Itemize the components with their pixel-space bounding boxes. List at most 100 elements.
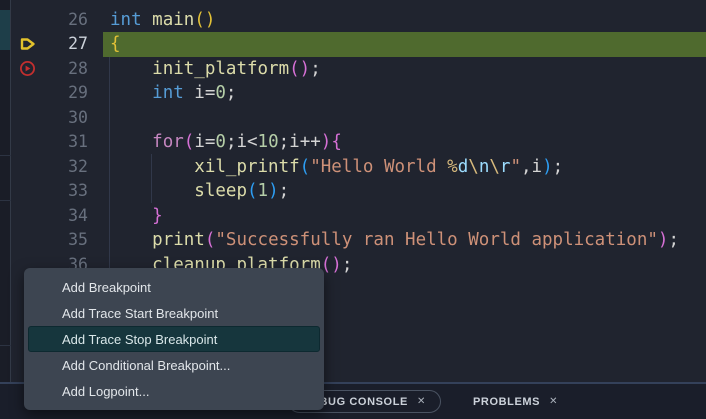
menu-item-add-breakpoint[interactable]: Add Breakpoint bbox=[28, 274, 320, 300]
token bbox=[110, 157, 194, 177]
code-text: print("Successfully ran Hello World appl… bbox=[103, 228, 706, 253]
code-line-35[interactable]: 35 print("Successfully ran Hello World a… bbox=[11, 228, 706, 253]
code-line-31[interactable]: 31 for(i=0;i<10;i++){ bbox=[11, 130, 706, 155]
code-line-28[interactable]: 28 init_platform(); bbox=[11, 57, 706, 82]
menu-item-add-logpoint[interactable]: Add Logpoint... bbox=[28, 378, 320, 404]
breakpoint-margin[interactable] bbox=[11, 130, 44, 155]
token: "Successfully ran Hello World applicatio… bbox=[215, 230, 658, 250]
breakpoint-icon bbox=[19, 60, 36, 77]
token: ) bbox=[658, 230, 669, 250]
token: () bbox=[321, 255, 342, 275]
line-number: 35 bbox=[44, 228, 88, 253]
breakpoint-margin[interactable] bbox=[11, 155, 44, 180]
breakpoint-margin[interactable] bbox=[11, 179, 44, 204]
token bbox=[110, 181, 194, 201]
token: ){ bbox=[321, 132, 342, 152]
token: main bbox=[152, 10, 194, 30]
token: \ bbox=[468, 157, 479, 177]
token: % bbox=[447, 157, 458, 177]
token: print bbox=[152, 230, 205, 250]
menu-item-add-conditional-breakpoint[interactable]: Add Conditional Breakpoint... bbox=[28, 352, 320, 378]
token: r bbox=[500, 157, 511, 177]
tab-label: PROBLEMS bbox=[473, 396, 540, 408]
breakpoint-gutter[interactable] bbox=[11, 57, 44, 82]
code-text: } bbox=[103, 204, 706, 229]
breakpoint-margin[interactable] bbox=[11, 8, 44, 33]
line-number: 28 bbox=[44, 57, 88, 82]
token: ( bbox=[205, 230, 216, 250]
line-number: 26 bbox=[44, 8, 88, 33]
code-line-32[interactable]: 32 xil_printf("Hello World %d\n\r",i); bbox=[11, 155, 706, 180]
code-text: { bbox=[103, 32, 706, 57]
line-number: 25 bbox=[44, 0, 88, 8]
token: for bbox=[152, 132, 184, 152]
code-text: int i=0; bbox=[103, 81, 706, 106]
line-number: 34 bbox=[44, 204, 88, 229]
close-icon[interactable]: ✕ bbox=[549, 396, 558, 407]
code-line-25[interactable]: 25 bbox=[11, 0, 706, 8]
token: int bbox=[152, 83, 184, 103]
token: 10 bbox=[258, 132, 279, 152]
token: ;i++ bbox=[279, 132, 321, 152]
code-text: int main() bbox=[103, 8, 706, 33]
code-line-30[interactable]: 30 bbox=[11, 106, 706, 131]
token bbox=[110, 83, 152, 103]
debug-current-line-arrow-icon bbox=[19, 36, 37, 52]
token: ,i bbox=[521, 157, 542, 177]
line-number: 32 bbox=[44, 155, 88, 180]
code-text: for(i=0;i<10;i++){ bbox=[103, 130, 706, 155]
token bbox=[110, 206, 152, 226]
token bbox=[110, 132, 152, 152]
breakpoint-margin[interactable] bbox=[11, 204, 44, 229]
breakpoint-margin[interactable] bbox=[11, 106, 44, 131]
line-number: 30 bbox=[44, 106, 88, 131]
rail-divider bbox=[0, 345, 11, 346]
token bbox=[110, 59, 152, 79]
code-text bbox=[103, 106, 706, 131]
line-number: 31 bbox=[44, 130, 88, 155]
tab-problems[interactable]: PROBLEMS ✕ bbox=[459, 390, 572, 413]
scroll-position-indicator[interactable] bbox=[0, 10, 10, 50]
line-number: 27 bbox=[44, 32, 88, 57]
token: 0 bbox=[215, 132, 226, 152]
token: ; bbox=[668, 230, 679, 250]
code-lines: 2526int main()27{28 init_platform();29 i… bbox=[11, 0, 706, 277]
debug-arrow-gutter[interactable] bbox=[11, 32, 44, 57]
token: ) bbox=[268, 181, 279, 201]
token: ; bbox=[342, 255, 353, 275]
breakpoint-margin[interactable] bbox=[11, 0, 44, 8]
code-line-34[interactable]: 34 } bbox=[11, 204, 706, 229]
token bbox=[110, 230, 152, 250]
token bbox=[142, 10, 153, 30]
token: () bbox=[194, 10, 215, 30]
token: i= bbox=[184, 83, 216, 103]
code-text bbox=[103, 0, 706, 8]
code-text: sleep(1); bbox=[103, 179, 706, 204]
breakpoint-margin[interactable] bbox=[11, 228, 44, 253]
menu-item-add-trace-start-breakpoint[interactable]: Add Trace Start Breakpoint bbox=[28, 300, 320, 326]
token: init_platform bbox=[152, 59, 289, 79]
code-line-29[interactable]: 29 int i=0; bbox=[11, 81, 706, 106]
token: \ bbox=[489, 157, 500, 177]
token: 0 bbox=[215, 83, 226, 103]
code-line-33[interactable]: 33 sleep(1); bbox=[11, 179, 706, 204]
token: sleep bbox=[194, 181, 247, 201]
token: d bbox=[458, 157, 469, 177]
token: ; bbox=[553, 157, 564, 177]
token: xil_printf bbox=[194, 157, 299, 177]
token: ; bbox=[226, 83, 237, 103]
token: ( bbox=[184, 132, 195, 152]
token: ;i< bbox=[226, 132, 258, 152]
rail-divider bbox=[0, 155, 11, 156]
token: ) bbox=[542, 157, 553, 177]
menu-item-add-trace-stop-breakpoint[interactable]: Add Trace Stop Breakpoint bbox=[28, 326, 320, 352]
token: ; bbox=[310, 59, 321, 79]
breakpoint-margin[interactable] bbox=[11, 81, 44, 106]
token: { bbox=[110, 34, 121, 54]
code-line-26[interactable]: 26 int main() bbox=[11, 8, 706, 33]
token: int bbox=[110, 10, 142, 30]
close-icon[interactable]: ✕ bbox=[417, 396, 426, 407]
code-line-27[interactable]: 27 { bbox=[11, 32, 706, 57]
token: 1 bbox=[258, 181, 269, 201]
code-text: init_platform(); bbox=[103, 57, 706, 82]
